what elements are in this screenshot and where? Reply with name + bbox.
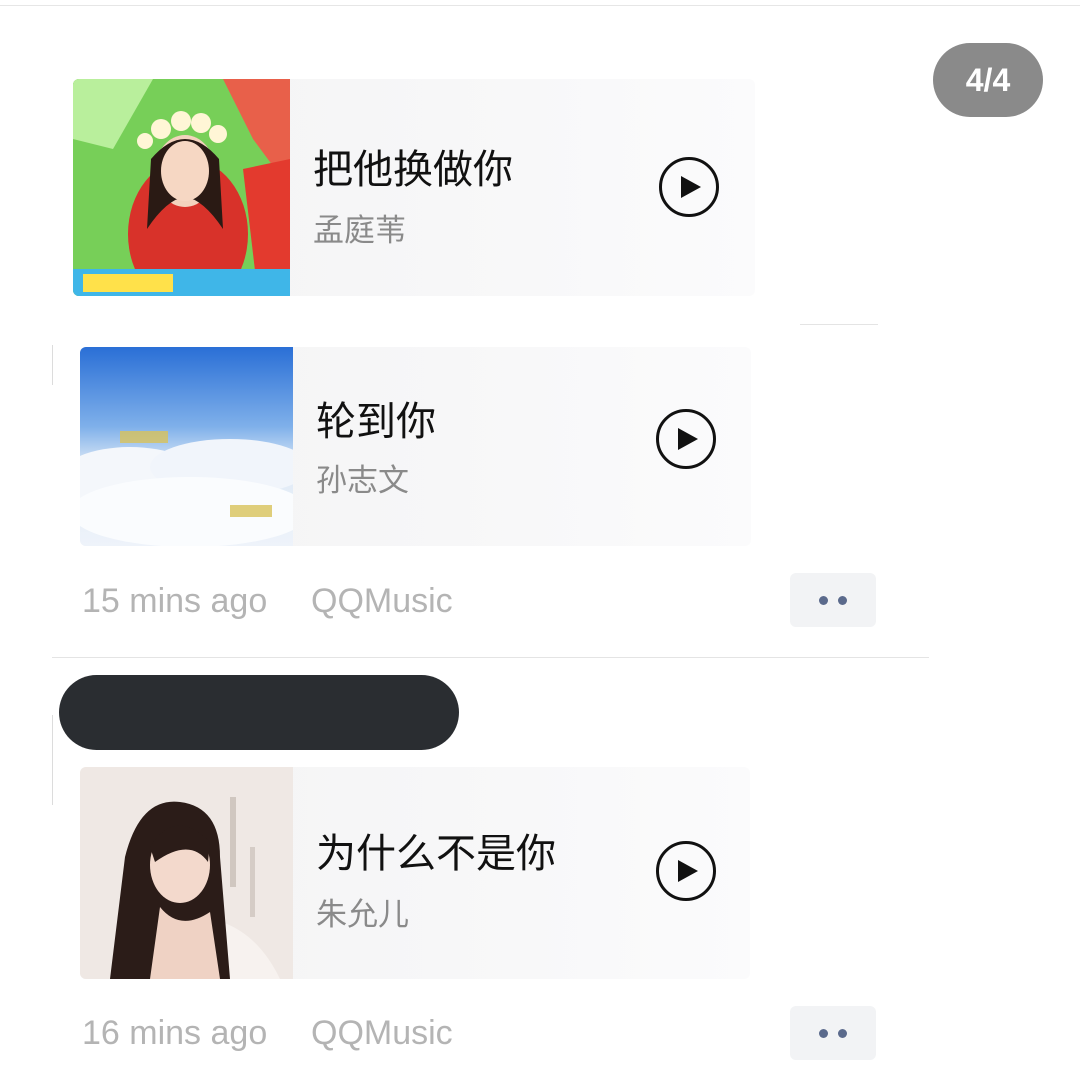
left-edge-mark — [52, 345, 53, 385]
more-dots-icon — [819, 595, 828, 605]
post-time: 16 mins ago — [82, 1014, 268, 1052]
play-icon — [678, 860, 698, 882]
left-edge-mark — [52, 715, 53, 805]
album-art-2 — [80, 347, 310, 546]
play-button[interactable] — [659, 157, 719, 217]
post-source-link[interactable]: QQMusic — [311, 582, 453, 621]
thin-divider — [800, 324, 878, 325]
redacted-username — [59, 675, 459, 750]
album-art-1 — [73, 79, 290, 296]
play-icon — [678, 428, 698, 450]
post-source-link[interactable]: QQMusic — [311, 1014, 453, 1053]
top-divider — [0, 5, 1080, 6]
album-cover-3 — [80, 767, 293, 979]
song-artist: 朱允儿 — [316, 897, 409, 933]
music-card-2[interactable]: 轮到你 孙志文 — [80, 347, 751, 546]
more-dots-icon — [819, 1028, 828, 1038]
album-art-3 — [80, 767, 293, 979]
page-indicator: 4/4 — [933, 43, 1043, 117]
song-artist: 孟庭苇 — [313, 213, 406, 249]
post-time: 15 mins ago — [82, 582, 268, 620]
play-button[interactable] — [656, 409, 716, 469]
song-title: 把他换做你 — [313, 147, 513, 193]
music-card-3[interactable]: 为什么不是你 朱允儿 — [80, 767, 750, 979]
album-cover-2 — [80, 347, 310, 546]
song-title: 为什么不是你 — [316, 831, 556, 877]
more-button[interactable] — [790, 1006, 876, 1060]
music-card-1[interactable]: 把他换做你 孟庭苇 — [73, 79, 755, 296]
song-artist: 孙志文 — [316, 463, 409, 499]
more-button[interactable] — [790, 573, 876, 627]
post-divider — [52, 657, 929, 658]
play-button[interactable] — [656, 841, 716, 901]
play-icon — [681, 176, 701, 198]
song-title: 轮到你 — [316, 399, 436, 445]
album-cover-1 — [73, 79, 290, 296]
